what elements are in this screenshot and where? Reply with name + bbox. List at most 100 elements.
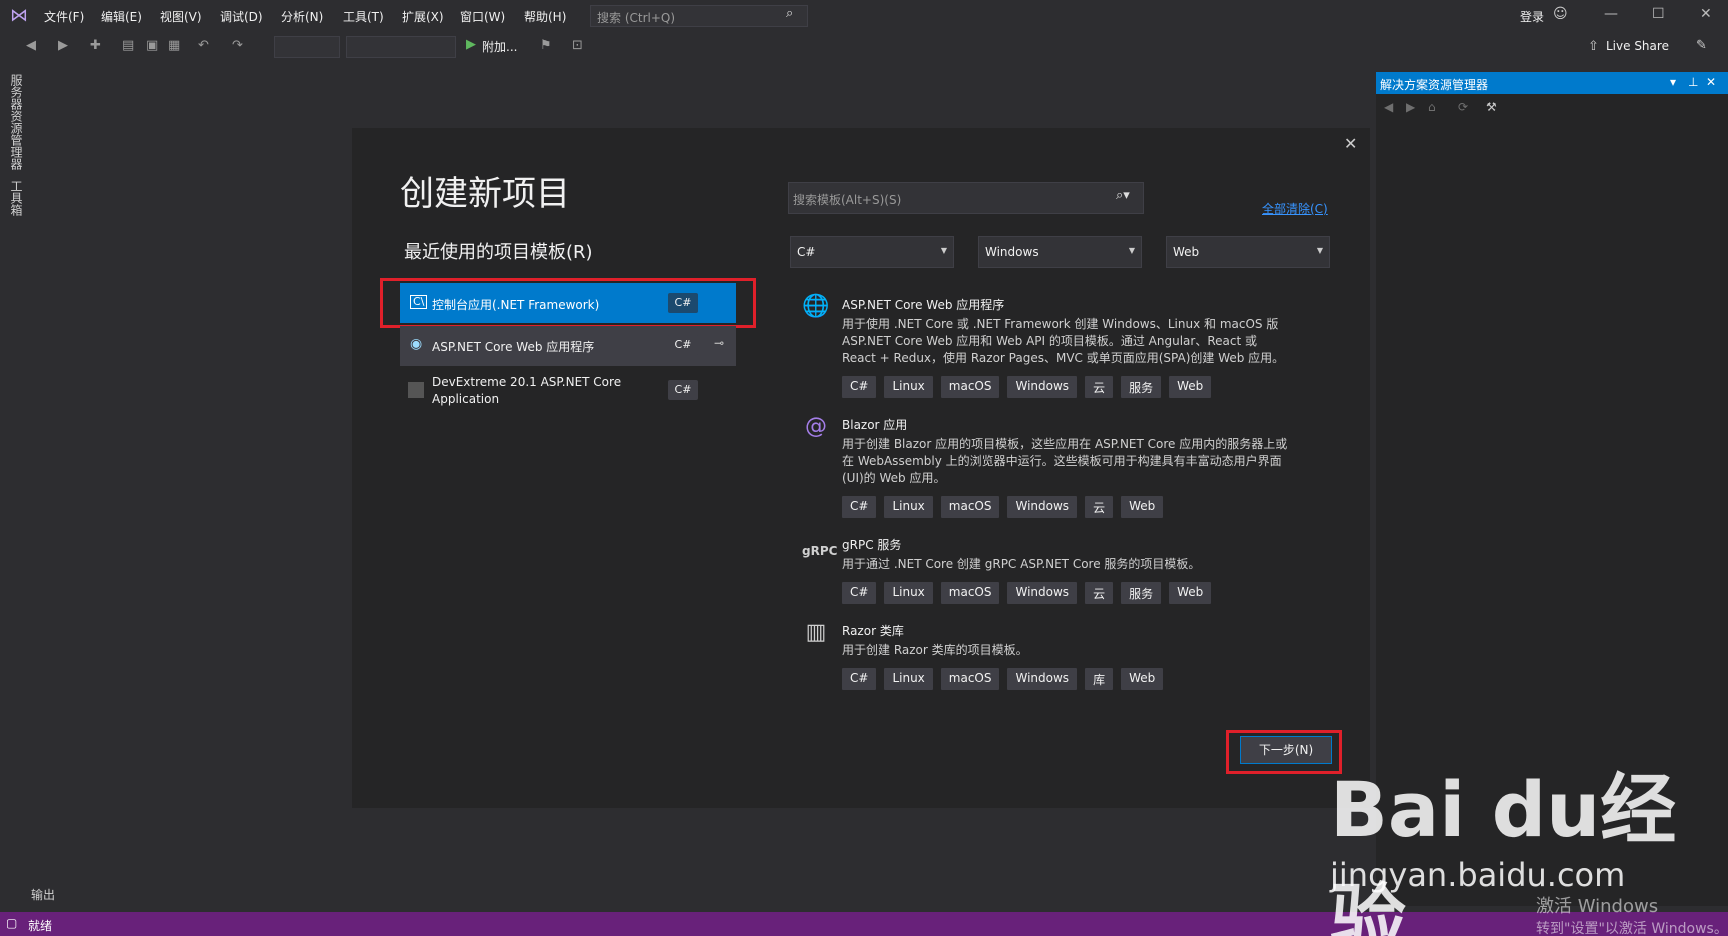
menu-tools[interactable]: 工具(T) [343,8,384,25]
chevron-down-icon[interactable]: ▾ [1670,75,1676,89]
screenshot-icon[interactable]: ⊡ [572,38,583,53]
template-description: 用于创建 Blazor 应用的项目模板，这些应用在 ASP.NET Core 应… [842,437,1288,485]
pin-icon[interactable]: ⊥ [1688,75,1698,89]
menu-view[interactable]: 视图(V) [160,8,202,25]
back-icon[interactable]: ◀ [1384,100,1393,114]
play-icon[interactable]: ▶ [466,37,476,52]
home-icon[interactable]: ⌂ [1428,100,1436,114]
tag: 服务 [1121,376,1162,398]
tag: 库 [1085,668,1114,690]
chevron-down-icon: ▼ [1316,246,1323,255]
menu-help[interactable]: 帮助(H) [524,8,566,25]
tag: Linux [884,582,933,604]
close-icon[interactable]: ✕ [1706,75,1716,89]
devextreme-icon [408,382,424,398]
visual-studio-logo-icon[interactable]: ⋈ [10,6,32,26]
platform-dropdown[interactable] [346,36,456,58]
output-tab[interactable]: 输出 [31,886,55,903]
tag: Linux [884,668,933,690]
minimize-icon[interactable]: — [1604,6,1618,22]
template-title[interactable]: gRPC 服务 [842,536,901,553]
save-icon[interactable]: ▣ [146,38,158,53]
tag: Windows [1007,582,1078,604]
forward-icon[interactable]: ▶ [1406,100,1415,114]
forward-icon[interactable]: ▶ [58,38,68,53]
baidu-watermark-url: jingyan.baidu.com [1330,856,1626,894]
status-icon: ▢ [6,916,18,930]
share-icon[interactable]: ⇧ [1588,39,1599,54]
language-badge: C# [668,335,698,355]
clear-all-link[interactable]: 全部清除(C) [1262,200,1328,217]
template-tags: C# Linux macOS Windows 云 服务 Web [842,582,1212,604]
template-description: 用于使用 .NET Core 或 .NET Framework 创建 Windo… [842,317,1285,365]
new-project-icon[interactable]: ✚ [90,38,101,53]
template-tags: C# Linux macOS Windows 云 服务 Web [842,376,1212,398]
pin-icon[interactable]: ⊸ [714,336,724,350]
redo-icon[interactable]: ↷ [232,38,243,53]
template-tags: C# Linux macOS Windows 云 Web [842,496,1164,518]
open-file-icon[interactable]: ▤ [122,38,134,53]
recent-template-label[interactable]: DevExtreme 20.1 ASP.NET Core Application [432,374,632,408]
template-title[interactable]: ASP.NET Core Web 应用程序 [842,296,1004,313]
tag: macOS [940,668,1000,690]
tag: C# [842,582,877,604]
user-icon[interactable]: ☺ [1553,6,1568,22]
language-badge: C# [668,380,698,400]
language-filter-value: C# [797,245,816,259]
browser-link-icon[interactable]: ⚑ [540,38,552,53]
live-share-button[interactable]: Live Share [1606,39,1669,53]
status-text: 就绪 [28,919,53,933]
maximize-icon[interactable]: ☐ [1652,6,1665,22]
menu-window[interactable]: 窗口(W) [460,8,505,25]
template-title[interactable]: Razor 类库 [842,622,904,639]
template-tags: C# Linux macOS Windows 库 Web [842,668,1164,690]
tag: Windows [1007,376,1078,398]
search-icon[interactable]: ⌕ [786,6,793,21]
tag: Web [1121,668,1164,690]
menu-debug[interactable]: 调试(D) [220,8,263,25]
globe-icon: 🌐 [802,294,830,319]
sign-in-link[interactable]: 登录 [1520,8,1544,25]
quick-search-input[interactable]: 搜索 (Ctrl+Q) [590,5,808,27]
blazor-icon: @ [805,414,827,439]
configuration-dropdown[interactable] [274,36,340,58]
recent-templates-heading: 最近使用的项目模板(R) [404,242,593,263]
language-badge: C# [668,293,698,313]
tag: C# [842,668,877,690]
razor-library-icon: ▥ [805,620,827,645]
platform-filter-value: Windows [985,245,1039,259]
close-window-icon[interactable]: ✕ [1700,6,1712,22]
menu-file[interactable]: 文件(F) [44,8,84,25]
project-type-filter-dropdown[interactable]: Web ▼ [1166,236,1330,268]
menu-analyze[interactable]: 分析(N) [281,8,323,25]
template-search-input[interactable]: 搜索模板(Alt+S)(S) [788,182,1144,214]
server-explorer-tab[interactable]: 服务器资源管理器 [8,74,25,170]
close-icon[interactable]: ✕ [1344,134,1357,153]
save-all-icon[interactable]: ▦ [168,38,180,53]
wrench-icon[interactable]: ⚒ [1486,100,1497,114]
menu-extensions[interactable]: 扩展(X) [402,8,444,25]
chevron-down-icon: ▼ [1128,246,1135,255]
back-icon[interactable]: ◀ [26,38,36,53]
platform-filter-dropdown[interactable]: Windows ▼ [978,236,1142,268]
tag: macOS [940,582,1000,604]
language-filter-dropdown[interactable]: C# ▼ [790,236,954,268]
feedback-icon[interactable]: ✎ [1696,38,1707,53]
menu-edit[interactable]: 编辑(E) [101,8,142,25]
tag: 云 [1085,376,1114,398]
tag: Windows [1007,496,1078,518]
search-icon[interactable]: ⌕▾ [1116,188,1130,203]
undo-icon[interactable]: ↶ [198,38,209,53]
template-title[interactable]: Blazor 应用 [842,416,907,433]
attach-button[interactable]: 附加... [482,38,517,55]
recent-template-label: 控制台应用(.NET Framework) [432,298,600,312]
chevron-down-icon: ▼ [940,246,947,255]
sync-icon[interactable]: ⟳ [1458,100,1468,114]
tag: Web [1121,496,1164,518]
tag: 服务 [1121,582,1162,604]
project-type-filter-value: Web [1173,245,1200,259]
tag: 云 [1085,496,1114,518]
next-button[interactable]: 下一步(N) [1240,736,1332,764]
toolbox-tab[interactable]: 工具箱 [8,180,25,216]
solution-explorer-title: 解决方案资源管理器 [1380,78,1489,92]
